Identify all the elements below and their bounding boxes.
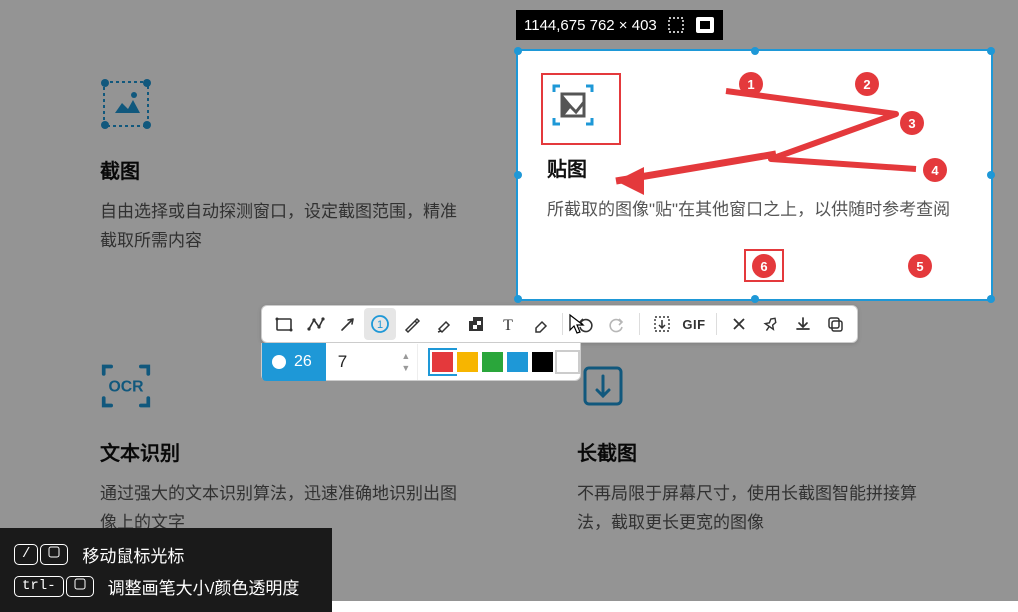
pen-tool[interactable] bbox=[396, 308, 428, 340]
annot-toolbar: 1 T GIF bbox=[261, 305, 858, 343]
polyline-tool[interactable] bbox=[300, 308, 332, 340]
style-subbar: 26 7 ▲ ▼ bbox=[261, 343, 581, 381]
bounds-icon[interactable] bbox=[667, 16, 685, 34]
mark-4[interactable]: 4 bbox=[923, 158, 947, 182]
coord-bar: 1144,675 762 × 403 bbox=[516, 10, 723, 40]
help-tooltip: / 移动鼠标光标 trl- 调整画笔大小/颜色透明度 bbox=[0, 528, 332, 612]
key-d bbox=[40, 544, 68, 565]
size-badge[interactable]: 26 bbox=[262, 343, 326, 381]
mark-6[interactable]: 6 bbox=[752, 254, 776, 278]
arrow-tool[interactable] bbox=[332, 308, 364, 340]
spinner-down[interactable]: ▼ bbox=[399, 362, 413, 374]
color-swatches bbox=[430, 350, 580, 374]
marker-tool[interactable] bbox=[428, 308, 460, 340]
annot-box-1[interactable] bbox=[541, 73, 621, 145]
longshot-button[interactable] bbox=[646, 308, 678, 340]
spinner-up[interactable]: ▲ bbox=[399, 350, 413, 362]
separator bbox=[639, 313, 640, 335]
coord-text: 1144,675 762 × 403 bbox=[524, 17, 657, 34]
close-button[interactable] bbox=[723, 308, 755, 340]
swatch-black[interactable] bbox=[530, 350, 555, 374]
tip-text-1: 移动鼠标光标 bbox=[82, 542, 184, 567]
key-slash: / bbox=[14, 544, 38, 565]
card-title: 贴图 bbox=[547, 153, 962, 182]
svg-text:T: T bbox=[503, 317, 513, 333]
number-tool[interactable]: 1 bbox=[364, 308, 396, 340]
eraser-tool[interactable] bbox=[524, 308, 556, 340]
key-box bbox=[66, 576, 94, 597]
mark-1[interactable]: 1 bbox=[739, 72, 763, 96]
save-button[interactable] bbox=[787, 308, 819, 340]
size-dot-icon bbox=[272, 355, 286, 369]
rect-tool[interactable] bbox=[268, 308, 300, 340]
swatch-white[interactable] bbox=[555, 350, 580, 374]
fullscreen-icon[interactable] bbox=[695, 16, 715, 34]
text-tool[interactable]: T bbox=[492, 308, 524, 340]
swatch-yellow[interactable] bbox=[455, 350, 480, 374]
spinner-value: 7 bbox=[338, 352, 347, 372]
copy-button[interactable] bbox=[819, 308, 851, 340]
redo-button[interactable] bbox=[601, 308, 633, 340]
mosaic-tool[interactable] bbox=[460, 308, 492, 340]
card-desc: 所截取的图像"贴"在其他窗口之上，以供随时参考查阅 bbox=[547, 196, 962, 225]
swatch-blue[interactable] bbox=[505, 350, 530, 374]
size-value: 26 bbox=[294, 353, 312, 371]
mark-3[interactable]: 3 bbox=[900, 111, 924, 135]
svg-text:1: 1 bbox=[377, 319, 383, 331]
gif-button[interactable]: GIF bbox=[678, 308, 710, 340]
pin-button[interactable] bbox=[755, 308, 787, 340]
mark-5[interactable]: 5 bbox=[908, 254, 932, 278]
mark-2[interactable]: 2 bbox=[855, 72, 879, 96]
separator bbox=[562, 313, 563, 335]
separator bbox=[716, 313, 717, 335]
swatch-green[interactable] bbox=[480, 350, 505, 374]
tip-text-2: 调整画笔大小/颜色透明度 bbox=[108, 574, 300, 599]
number-spinner[interactable]: 7 ▲ ▼ bbox=[328, 344, 418, 380]
swatch-red[interactable] bbox=[430, 350, 455, 374]
key-ctrl: trl- bbox=[14, 576, 64, 597]
undo-button[interactable] bbox=[569, 308, 601, 340]
